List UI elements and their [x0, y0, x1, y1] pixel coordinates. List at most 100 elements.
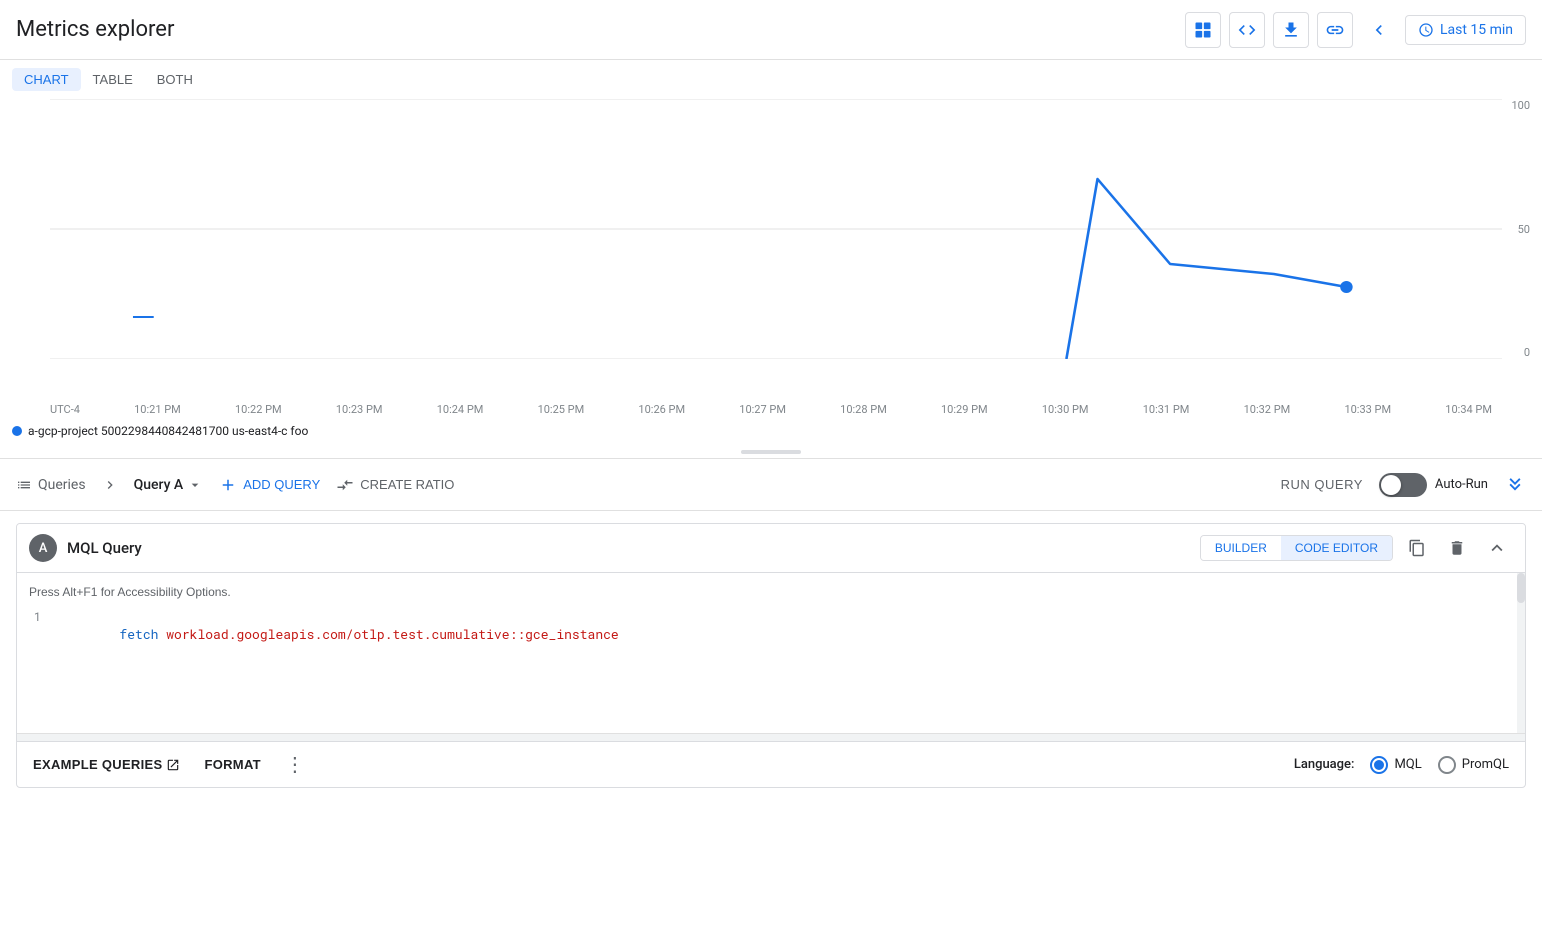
toggle-track: [1379, 473, 1427, 497]
query-editor-header: A MQL Query BUILDER CODE EDITOR: [17, 524, 1525, 573]
promql-radio-circle: [1438, 756, 1456, 774]
x-axis-1026: 10:26 PM: [638, 403, 685, 416]
format-button[interactable]: FORMAT: [204, 757, 260, 772]
chevron-right-icon: [102, 477, 118, 493]
run-query-button[interactable]: RUN QUERY: [1281, 477, 1363, 492]
code-icon-btn[interactable]: [1229, 12, 1265, 48]
mql-label: MQL: [1394, 757, 1421, 772]
link-icon-btn[interactable]: [1317, 12, 1353, 48]
chart-y-axis: 100 50 0: [1495, 99, 1530, 359]
editor-scrollbar[interactable]: [17, 733, 1525, 741]
expand-less-icon: [1486, 537, 1508, 559]
scroll-indicator[interactable]: [1517, 573, 1525, 733]
query-toolbar: Queries Query A ADD QUERY CREATE RATIO R…: [0, 459, 1542, 511]
code-editor-body[interactable]: Press Alt+F1 for Accessibility Options. …: [17, 573, 1525, 733]
mql-radio-circle: [1370, 756, 1388, 774]
auto-run-label: Auto-Run: [1435, 477, 1488, 492]
queries-label: Queries: [38, 477, 86, 493]
mql-radio-option[interactable]: MQL: [1370, 756, 1421, 774]
code-icon: [1237, 20, 1257, 40]
query-editor-section: A MQL Query BUILDER CODE EDITOR: [16, 523, 1526, 788]
example-queries-button[interactable]: EXAMPLE QUERIES: [33, 757, 180, 772]
x-axis-1034: 10:34 PM: [1445, 403, 1492, 416]
chart-container: 100 50 0: [0, 99, 1542, 399]
copy-button[interactable]: [1401, 532, 1433, 564]
chart-svg: [50, 99, 1502, 359]
promql-radio-option[interactable]: PromQL: [1438, 756, 1509, 774]
legend-dot: [12, 426, 22, 436]
code-keyword-fetch: fetch: [119, 625, 158, 643]
list-icon: [16, 477, 32, 493]
chart-section: CHART TABLE BOTH 100 50 0 UTC-4 10:21 P: [0, 60, 1542, 459]
x-axis-1023: 10:23 PM: [336, 403, 383, 416]
query-title: MQL Query: [67, 539, 1200, 557]
line-number-1: 1: [17, 609, 57, 625]
x-axis-1024: 10:24 PM: [437, 403, 484, 416]
tab-table[interactable]: TABLE: [81, 68, 145, 91]
dropdown-icon: [187, 477, 203, 493]
code-line-1: 1 fetch workload.googleapis.com/otlp.tes…: [17, 607, 1525, 661]
x-axis-1027: 10:27 PM: [739, 403, 786, 416]
bottom-bar: EXAMPLE QUERIES FORMAT ⋮ Language: MQL P…: [17, 741, 1525, 787]
code-identifier: gce_instance: [525, 625, 619, 643]
collapse-panel-btn[interactable]: [1361, 12, 1397, 48]
collapse-editor-button[interactable]: [1481, 532, 1513, 564]
builder-tab[interactable]: BUILDER: [1201, 536, 1281, 560]
x-axis-1032: 10:32 PM: [1244, 403, 1291, 416]
chart-x-axis: UTC-4 10:21 PM 10:22 PM 10:23 PM 10:24 P…: [50, 399, 1492, 420]
add-query-button[interactable]: ADD QUERY: [219, 476, 320, 494]
add-query-label: ADD QUERY: [243, 477, 320, 492]
time-label: Last 15 min: [1440, 22, 1513, 38]
y-axis-50: 50: [1495, 223, 1530, 236]
query-badge: A: [29, 534, 57, 562]
code-editor-tab[interactable]: CODE EDITOR: [1281, 536, 1392, 560]
x-axis-1030: 10:30 PM: [1042, 403, 1089, 416]
page-title: Metrics explorer: [16, 17, 174, 42]
download-icon: [1281, 20, 1301, 40]
add-icon: [219, 476, 237, 494]
copy-icon: [1408, 539, 1426, 557]
more-options-button[interactable]: ⋮: [285, 752, 305, 777]
chevron-left-icon: [1369, 20, 1389, 40]
accessibility-hint: Press Alt+F1 for Accessibility Options.: [17, 581, 1525, 607]
scroll-thumb: [1517, 573, 1525, 603]
x-axis-1021: 10:21 PM: [134, 403, 181, 416]
query-name: Query A: [134, 477, 184, 493]
header-actions: Last 15 min: [1185, 12, 1526, 48]
delete-icon: [1448, 539, 1466, 557]
drag-handle-bar: [741, 450, 801, 454]
language-section: Language: MQL PromQL: [1294, 756, 1509, 774]
queries-nav[interactable]: Queries: [16, 477, 86, 493]
time-selector[interactable]: Last 15 min: [1405, 15, 1526, 45]
delete-button[interactable]: [1441, 532, 1473, 564]
query-selector[interactable]: Query A: [134, 477, 204, 493]
drag-handle[interactable]: [0, 446, 1542, 458]
code-separator: ::: [510, 625, 526, 643]
example-queries-label: EXAMPLE QUERIES: [33, 757, 162, 772]
tab-both[interactable]: BOTH: [145, 68, 205, 91]
y-axis-0: 0: [1495, 346, 1530, 359]
expand-icon[interactable]: [1504, 471, 1526, 498]
auto-run-toggle[interactable]: Auto-Run: [1379, 473, 1488, 497]
clock-icon: [1418, 22, 1434, 38]
create-ratio-button[interactable]: CREATE RATIO: [336, 476, 454, 494]
toggle-thumb: [1381, 475, 1401, 495]
chevron-down-double-icon: [1504, 471, 1526, 493]
y-axis-100: 100: [1495, 99, 1530, 112]
x-axis-1025: 10:25 PM: [538, 403, 585, 416]
x-axis-1029: 10:29 PM: [941, 403, 988, 416]
toolbar-right: RUN QUERY Auto-Run: [1281, 471, 1526, 498]
x-axis-utc: UTC-4: [50, 403, 80, 416]
editor-mode-tabs: BUILDER CODE EDITOR: [1200, 535, 1393, 561]
dashboard-icon-btn[interactable]: [1185, 12, 1221, 48]
link-icon: [1325, 20, 1345, 40]
dashboard-icon: [1193, 20, 1213, 40]
download-icon-btn[interactable]: [1273, 12, 1309, 48]
ratio-icon: [336, 476, 354, 494]
language-label: Language:: [1294, 757, 1355, 772]
chart-legend: a-gcp-project 5002298440842481700 us-eas…: [0, 420, 1542, 446]
x-axis-1022: 10:22 PM: [235, 403, 282, 416]
tab-chart[interactable]: CHART: [12, 68, 81, 91]
x-axis-1031: 10:31 PM: [1143, 403, 1190, 416]
create-ratio-label: CREATE RATIO: [360, 477, 454, 492]
